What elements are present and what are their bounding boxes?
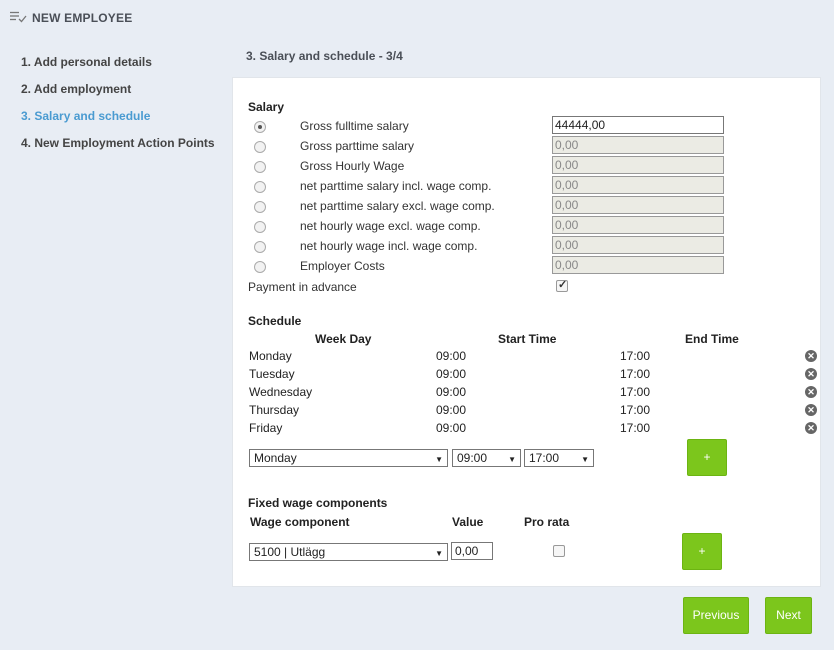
page-title: NEW EMPLOYEE (32, 11, 133, 25)
step-personal-details[interactable]: 1. Add personal details (21, 55, 215, 82)
schedule-col-start: Start Time (498, 332, 557, 346)
schedule-start: 09:00 (436, 403, 467, 417)
schedule-end: 17:00 (620, 349, 651, 363)
wage-component-select[interactable]: 5100 | Utlägg ▼ (249, 543, 448, 561)
previous-button[interactable]: Previous (683, 597, 749, 634)
radio-net-hourly-incl[interactable] (254, 241, 266, 253)
schedule-start: 09:00 (436, 349, 467, 363)
radio-gross-hourly[interactable] (254, 161, 266, 173)
remove-row-icon[interactable]: ✕ (805, 350, 817, 362)
new-start-value: 09:00 (457, 451, 488, 465)
step-add-employment[interactable]: 2. Add employment (21, 82, 215, 109)
remove-row-icon[interactable]: ✕ (805, 422, 817, 434)
step-action-points[interactable]: 4. New Employment Action Points (21, 136, 215, 163)
schedule-heading: Schedule (248, 314, 302, 328)
next-button[interactable]: Next (765, 597, 812, 634)
chevron-down-icon: ▼ (435, 549, 443, 558)
label-gross-parttime: Gross parttime salary (300, 139, 415, 153)
radio-net-parttime-excl[interactable] (254, 201, 266, 213)
section-title: 3. Salary and schedule - 3/4 (246, 49, 403, 63)
schedule-end: 17:00 (620, 403, 651, 417)
schedule-col-end: End Time (685, 332, 739, 346)
label-gross-hourly: Gross Hourly Wage (300, 159, 405, 173)
schedule-end: 17:00 (620, 421, 651, 435)
chevron-down-icon: ▼ (435, 455, 443, 464)
label-gross-fulltime: Gross fulltime salary (300, 119, 409, 133)
wage-col-component: Wage component (250, 515, 350, 529)
schedule-end: 17:00 (620, 367, 651, 381)
new-day-value: Monday (254, 451, 297, 465)
input-net-hourly-excl[interactable] (552, 216, 724, 234)
label-net-hourly-excl: net hourly wage excl. wage comp. (300, 219, 481, 233)
schedule-day: Monday (249, 349, 292, 363)
label-net-hourly-incl: net hourly wage incl. wage comp. (300, 239, 478, 253)
input-gross-fulltime[interactable] (552, 116, 724, 134)
schedule-start: 09:00 (436, 385, 467, 399)
new-day-select[interactable]: Monday ▼ (249, 449, 448, 467)
schedule-day: Tuesday (249, 367, 295, 381)
new-start-select[interactable]: 09:00 ▼ (452, 449, 521, 467)
radio-gross-parttime[interactable] (254, 141, 266, 153)
schedule-end: 17:00 (620, 385, 651, 399)
radio-net-parttime-incl[interactable] (254, 181, 266, 193)
radio-gross-fulltime[interactable] (254, 121, 266, 133)
payment-in-advance-label: Payment in advance (248, 280, 357, 294)
remove-row-icon[interactable]: ✕ (805, 368, 817, 380)
radio-employer-costs[interactable] (254, 261, 266, 273)
wage-col-value: Value (452, 515, 484, 529)
salary-heading: Salary (248, 100, 285, 114)
label-net-parttime-excl: net parttime salary excl. wage comp. (300, 199, 495, 213)
salary-schedule-card: Salary Gross fulltime salary Gross partt… (232, 77, 821, 587)
pro-rata-checkbox[interactable] (553, 545, 565, 557)
new-end-select[interactable]: 17:00 ▼ (524, 449, 594, 467)
new-end-value: 17:00 (529, 451, 560, 465)
chevron-down-icon: ▼ (581, 455, 589, 464)
remove-row-icon[interactable]: ✕ (805, 386, 817, 398)
remove-row-icon[interactable]: ✕ (805, 404, 817, 416)
add-wage-component-button[interactable]: + (682, 533, 722, 570)
schedule-start: 09:00 (436, 421, 467, 435)
schedule-start: 09:00 (436, 367, 467, 381)
input-gross-hourly[interactable] (552, 156, 724, 174)
payment-in-advance-checkbox[interactable] (556, 278, 568, 292)
list-check-icon (10, 11, 28, 25)
input-gross-parttime[interactable] (552, 136, 724, 154)
input-net-parttime-excl[interactable] (552, 196, 724, 214)
schedule-col-weekday: Week Day (315, 332, 372, 346)
label-net-parttime-incl: net parttime salary incl. wage comp. (300, 179, 492, 193)
wizard-steps: 1. Add personal details 2. Add employmen… (21, 55, 215, 163)
input-net-hourly-incl[interactable] (552, 236, 724, 254)
schedule-day: Friday (249, 421, 283, 435)
wage-heading: Fixed wage components (248, 496, 388, 510)
wage-col-prorata: Pro rata (524, 515, 570, 529)
input-employer-costs[interactable] (552, 256, 724, 274)
label-employer-costs: Employer Costs (300, 259, 385, 273)
input-net-parttime-incl[interactable] (552, 176, 724, 194)
schedule-day: Wednesday (249, 385, 313, 399)
radio-net-hourly-excl[interactable] (254, 221, 266, 233)
wage-component-value: 5100 | Utlägg (254, 545, 326, 559)
wage-value-input[interactable]: 0,00 (451, 542, 493, 560)
step-salary-schedule[interactable]: 3. Salary and schedule (21, 109, 215, 136)
schedule-day: Thursday (249, 403, 300, 417)
add-schedule-button[interactable]: + (687, 439, 727, 476)
page-header: NEW EMPLOYEE (10, 11, 132, 25)
chevron-down-icon: ▼ (508, 455, 516, 464)
